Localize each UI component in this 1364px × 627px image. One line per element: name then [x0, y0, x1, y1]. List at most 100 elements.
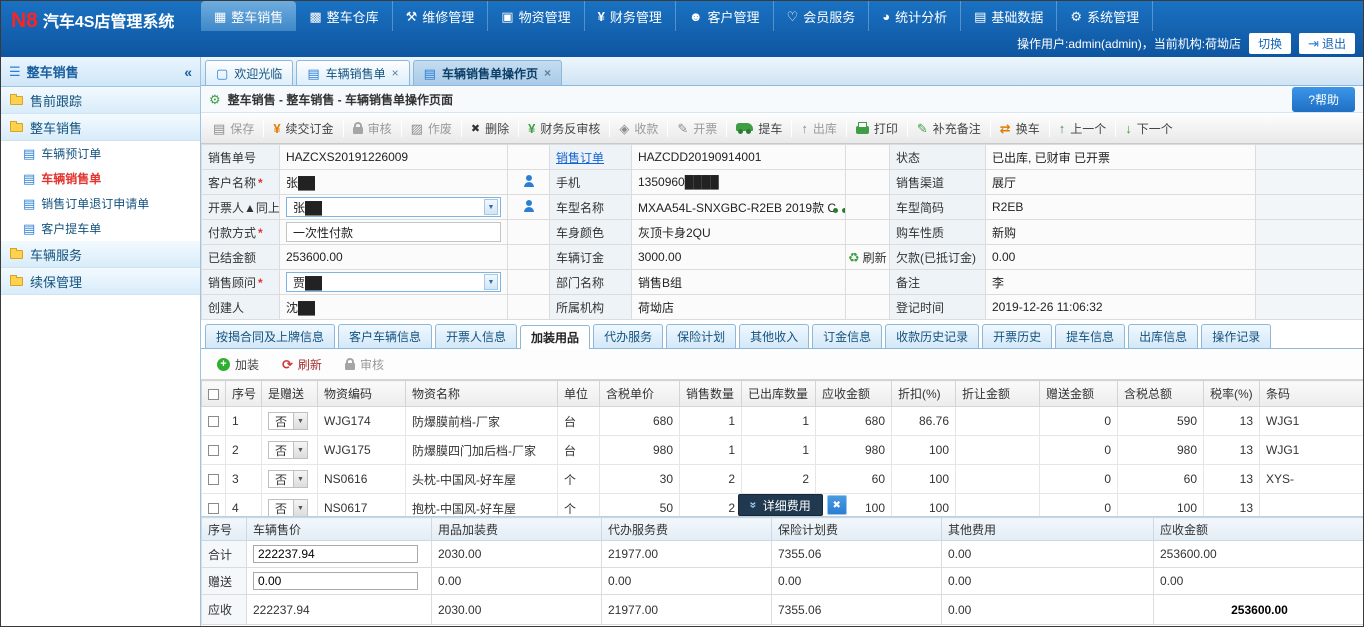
- tab-welcome[interactable]: 欢迎光临: [205, 60, 293, 85]
- sidebar-item-label: 整车销售: [30, 118, 82, 137]
- advisor-select[interactable]: 贾██: [286, 272, 501, 292]
- deposit-icon: [273, 122, 280, 135]
- dtab-label: 代办服务: [604, 328, 652, 345]
- tab-vehicle-sales-order[interactable]: 车辆销售单: [296, 60, 409, 85]
- main-toolbar: 保存 续交订金 审核 作废 删除 财务反审核 收款 开票 提车 出库 打印 补充…: [201, 113, 1363, 144]
- invoicer-select[interactable]: 张██: [286, 197, 501, 217]
- row-checkbox[interactable]: [208, 474, 219, 485]
- nav-item-vehicle-sales[interactable]: 整车销售: [201, 1, 296, 31]
- toolbar-separator: [667, 120, 668, 137]
- cell-price: 30: [600, 465, 680, 494]
- sidebar-item-vehicle-preorder[interactable]: 车辆预订单: [1, 141, 200, 166]
- row-checkbox[interactable]: [208, 503, 219, 514]
- delete-button[interactable]: 删除: [463, 113, 517, 143]
- next-button[interactable]: 下一个: [1117, 113, 1181, 143]
- refresh-items-button[interactable]: 刷新: [272, 349, 332, 379]
- nav-item-materials[interactable]: 物资管理: [488, 1, 584, 31]
- refresh-deposit-button[interactable]: 刷新: [848, 249, 887, 266]
- dtab-deposit-info[interactable]: 订金信息: [812, 324, 882, 348]
- advisor-value: 贾██: [293, 274, 322, 291]
- col-seq: 序号: [202, 518, 247, 541]
- audit-items-button[interactable]: 审核: [335, 349, 394, 379]
- sidebar-item-vehicle-sales-order[interactable]: 车辆销售单: [1, 166, 200, 191]
- document-tabbar: 欢迎光临 车辆销售单 车辆销售单操作页: [201, 57, 1363, 86]
- dtab-invoicer-info[interactable]: 开票人信息: [435, 324, 517, 348]
- nav-item-membership[interactable]: 会员服务: [774, 1, 870, 31]
- detail-fees-button[interactable]: 详细费用: [738, 494, 823, 516]
- heart-icon: [787, 10, 799, 23]
- nav-item-base-data[interactable]: 基础数据: [961, 1, 1057, 31]
- sidebar-item-vehicle-service[interactable]: 车辆服务: [1, 241, 200, 268]
- previous-button[interactable]: 上一个: [1051, 113, 1115, 143]
- vehicle-price-total-input[interactable]: [253, 545, 418, 563]
- sidebar-item-vehicle-sales-group[interactable]: 整车销售: [1, 114, 200, 141]
- print-button[interactable]: 打印: [848, 113, 906, 143]
- chevron-down-icon[interactable]: [484, 199, 498, 215]
- cell-is-gift: 否: [262, 465, 318, 494]
- cell-agency: 21977.00: [602, 541, 772, 568]
- nav-item-finance[interactable]: 财务管理: [585, 1, 676, 31]
- payment-input[interactable]: [286, 222, 501, 242]
- dtab-agency-services[interactable]: 代办服务: [593, 324, 663, 348]
- chevron-down-icon[interactable]: [484, 274, 498, 290]
- switch-org-button[interactable]: 切换: [1249, 33, 1291, 54]
- outbound-button[interactable]: 出库: [793, 113, 845, 143]
- gift-select[interactable]: 否: [268, 470, 308, 488]
- dtab-invoice-history[interactable]: 开票历史: [982, 324, 1052, 348]
- dtab-pickup-info[interactable]: 提车信息: [1055, 324, 1125, 348]
- add-remark-button[interactable]: 补充备注: [909, 113, 989, 143]
- sidebar-item-renewal-management[interactable]: 续保管理: [1, 268, 200, 295]
- close-icon[interactable]: [392, 66, 399, 80]
- cell-receivable: 60: [816, 465, 892, 494]
- dtab-addon-items[interactable]: 加装用品: [520, 325, 590, 349]
- row-checkbox[interactable]: [208, 416, 219, 427]
- doc-icon: [23, 222, 35, 235]
- dtab-insurance-plan[interactable]: 保险计划: [666, 324, 736, 348]
- add-item-button[interactable]: 加装: [207, 349, 269, 379]
- save-button[interactable]: 保存: [205, 113, 262, 143]
- pickup-button[interactable]: 提车: [728, 113, 790, 143]
- help-button[interactable]: ?帮助: [1292, 87, 1355, 112]
- toolbar-separator: [343, 120, 344, 137]
- nav-item-repair[interactable]: 维修管理: [393, 1, 489, 31]
- nav-item-vehicle-warehouse[interactable]: 整车仓库: [296, 1, 392, 31]
- close-icon[interactable]: [544, 66, 551, 80]
- finance-reverse-audit-button[interactable]: 财务反审核: [520, 113, 608, 143]
- dtab-outbound-info[interactable]: 出库信息: [1128, 324, 1198, 348]
- person-icon[interactable]: [523, 200, 535, 212]
- person-icon[interactable]: [523, 175, 535, 187]
- button-label: 保存: [230, 120, 254, 137]
- gift-select[interactable]: 否: [268, 441, 308, 459]
- invoice-button[interactable]: 开票: [669, 113, 725, 143]
- dtab-payment-history[interactable]: 收款历史记录: [885, 324, 979, 348]
- dtab-label: 按揭合同及上牌信息: [216, 328, 324, 345]
- dtab-operation-log[interactable]: 操作记录: [1201, 324, 1271, 348]
- dtab-mortgage-plate-info[interactable]: 按揭合同及上牌信息: [205, 324, 335, 348]
- gift-select[interactable]: 否: [268, 412, 308, 430]
- row-checkbox[interactable]: [208, 445, 219, 456]
- tab-sales-order-operation[interactable]: 车辆销售单操作页: [413, 60, 562, 85]
- vehicle-price-gift-input[interactable]: [253, 572, 418, 590]
- dtab-customer-vehicle-info[interactable]: 客户车辆信息: [338, 324, 432, 348]
- sidebar-item-presale-tracking[interactable]: 售前跟踪: [1, 87, 200, 114]
- settled-amount-label: 已结金额: [202, 245, 280, 270]
- dtab-other-income[interactable]: 其他收入: [739, 324, 809, 348]
- nav-item-system[interactable]: 系统管理: [1057, 1, 1153, 31]
- renew-deposit-button[interactable]: 续交订金: [265, 113, 341, 143]
- select-all-checkbox[interactable]: [208, 389, 219, 400]
- swap-vehicle-button[interactable]: 换车: [992, 113, 1048, 143]
- nav-label: 财务管理: [610, 7, 662, 26]
- nav-item-statistics[interactable]: 统计分析: [869, 1, 961, 31]
- sidebar-item-customer-pickup[interactable]: 客户提车单: [1, 216, 200, 241]
- collapse-sidebar-icon[interactable]: [184, 65, 192, 79]
- sales-order-link[interactable]: 销售订单: [556, 151, 604, 165]
- close-popup-button[interactable]: [827, 495, 847, 515]
- nav-item-customers[interactable]: 客户管理: [676, 1, 774, 31]
- void-button[interactable]: 作废: [403, 113, 460, 143]
- logout-button[interactable]: 退出: [1299, 33, 1355, 54]
- table-row: 1 否 WJG174 防爆膜前档-厂家 台 680 1 1 680 86.76 …: [202, 407, 1364, 436]
- gift-select[interactable]: 否: [268, 499, 308, 516]
- receive-payment-button[interactable]: 收款: [611, 113, 666, 143]
- audit-button[interactable]: 审核: [345, 113, 400, 143]
- sidebar-item-order-cancel-request[interactable]: 销售订单退订申请单: [1, 191, 200, 216]
